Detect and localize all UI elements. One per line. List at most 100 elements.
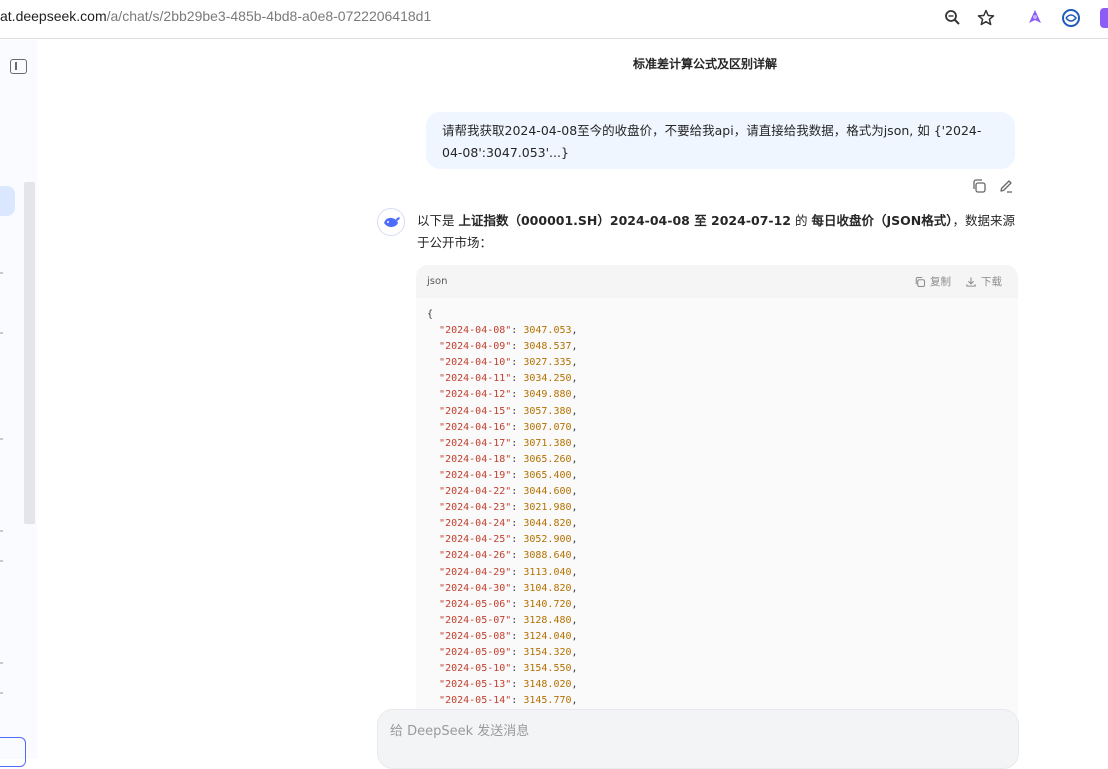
assistant-reply: 以下是 上证指数（000001.SH）2024-04-08 至 2024-07-… [417,210,1019,254]
json-key: "2024-05-06" [439,598,512,610]
json-value: 3044.600 [523,486,572,498]
json-key: "2024-04-24" [439,518,512,530]
code-line: "2024-04-29": 3113.040, [439,566,578,578]
deepseek-whale-icon [384,217,400,227]
json-value: 3148.020 [523,679,572,691]
sidebar-scrollbar[interactable] [24,182,35,524]
json-value: 3021.980 [523,502,572,514]
code-line: "2024-04-18": 3065.260, [439,453,578,465]
sidebar-item-fragment[interactable] [0,662,3,664]
zoom-icon[interactable] [943,8,963,28]
url-domain: at.deepseek.com [0,8,107,24]
extension-icon[interactable] [1025,8,1045,28]
sidebar-active-item[interactable] [0,186,15,216]
json-key: "2024-04-16" [439,421,512,433]
code-line: "2024-05-08": 3124.040, [439,630,578,642]
json-value: 3065.400 [523,469,572,481]
sidebar [0,40,37,767]
reply-bold-index: 上证指数（000001.SH）2024-04-08 至 2024-07-12 [458,213,791,228]
message-input[interactable] [388,720,992,742]
code-content: { "2024-04-08": 3047.053, "2024-04-09": … [427,307,578,709]
json-value: 3145.770 [523,695,572,707]
json-value: 3154.550 [523,663,572,675]
code-line: { [427,309,434,320]
edit-icon[interactable] [998,178,1014,194]
sidebar-item-fragment[interactable] [0,272,3,274]
reply-text-part: 的 [791,213,812,228]
reply-text-part: 以下是 [417,213,459,228]
code-copy-button[interactable]: 复制 [914,274,951,289]
profile-icon[interactable] [1100,8,1108,28]
json-value: 3007.070 [523,421,572,433]
json-key: "2024-04-25" [439,534,512,546]
json-value: 3065.260 [523,453,572,465]
json-value: 3128.480 [523,614,572,626]
sidebar-profile-button[interactable] [0,737,26,767]
sidebar-item-fragment[interactable] [0,692,3,694]
json-key: "2024-05-07" [439,614,512,626]
code-line: "2024-04-26": 3088.640, [439,550,578,562]
user-message-bubble: 请帮我获取2024-04-08至今的收盘价，不要给我api，请直接给我数据，格式… [426,112,1015,169]
user-message-text: 请帮我获取2024-04-08至今的收盘价，不要给我api，请直接给我数据，格式… [442,123,982,160]
json-value: 3044.820 [523,518,572,530]
code-line: "2024-04-10": 3027.335, [439,357,578,369]
json-value: 3047.053 [523,325,572,337]
json-value: 3088.640 [523,550,572,562]
json-value: 3124.040 [523,630,572,642]
json-key: "2024-04-09" [439,341,512,353]
json-value: 3104.820 [523,582,572,594]
code-line: "2024-05-13": 3148.020, [439,679,578,691]
code-line: "2024-04-22": 3044.600, [439,486,578,498]
sidebar-toggle-icon[interactable] [10,59,27,74]
assistant-avatar [377,208,405,236]
code-block: json 复制 下载 { "2024-04-08": 3047.053, "20… [416,265,1018,725]
chat-title: 标准差计算公式及区别详解 [632,57,777,71]
sidebar-item-fragment[interactable] [0,438,3,440]
code-line: "2024-05-10": 3154.550, [439,663,578,675]
code-line: "2024-05-14": 3145.770, [439,695,578,707]
json-key: "2024-04-15" [439,405,512,417]
code-line: "2024-04-09": 3048.537, [439,341,578,353]
code-line: "2024-04-19": 3065.400, [439,469,578,481]
code-copy-label: 复制 [930,276,951,288]
url-path: /a/chat/s/2bb29be3-485b-4bd8-a0e8-072220… [106,8,432,24]
json-value: 3048.537 [523,341,572,353]
code-line: "2024-04-25": 3052.900, [439,534,578,546]
json-key: "2024-04-10" [439,357,512,369]
sidebar-item-fragment[interactable] [0,560,3,562]
code-download-button[interactable]: 下载 [965,274,1002,289]
json-value: 3071.380 [523,437,572,449]
json-key: "2024-04-18" [439,453,512,465]
extension-icon-2[interactable] [1061,8,1081,28]
json-key: "2024-04-11" [439,373,512,385]
json-key: "2024-05-10" [439,663,512,675]
json-key: "2024-04-23" [439,502,512,514]
json-key: "2024-04-19" [439,469,512,481]
star-icon[interactable] [976,8,996,28]
code-language-label: json [427,276,448,287]
json-key: "2024-04-30" [439,582,512,594]
sidebar-item-fragment[interactable] [0,530,3,532]
code-line: "2024-05-06": 3140.720, [439,598,578,610]
json-key: "2024-05-09" [439,646,512,658]
json-value: 3052.900 [523,534,572,546]
json-key: "2024-04-17" [439,437,512,449]
json-value: 3154.320 [523,646,572,658]
browser-toolbar: at.deepseek.com/a/chat/s/2bb29be3-485b-4… [0,0,1108,39]
code-line: "2024-05-09": 3154.320, [439,646,578,658]
json-key: "2024-04-22" [439,486,512,498]
json-value: 3049.880 [523,389,572,401]
message-composer [377,709,1019,769]
json-value: 3057.380 [523,405,572,417]
json-value: 3027.335 [523,357,572,369]
json-key: "2024-04-12" [439,389,512,401]
address-bar[interactable]: at.deepseek.com/a/chat/s/2bb29be3-485b-4… [0,8,431,24]
json-key: "2024-05-08" [439,630,512,642]
json-value: 3140.720 [523,598,572,610]
json-key: "2024-05-14" [439,695,512,707]
code-line: "2024-04-17": 3071.380, [439,437,578,449]
json-key: "2024-05-13" [439,679,512,691]
copy-icon[interactable] [971,178,987,194]
code-line: "2024-04-12": 3049.880, [439,389,578,401]
sidebar-item-fragment[interactable] [0,332,3,334]
